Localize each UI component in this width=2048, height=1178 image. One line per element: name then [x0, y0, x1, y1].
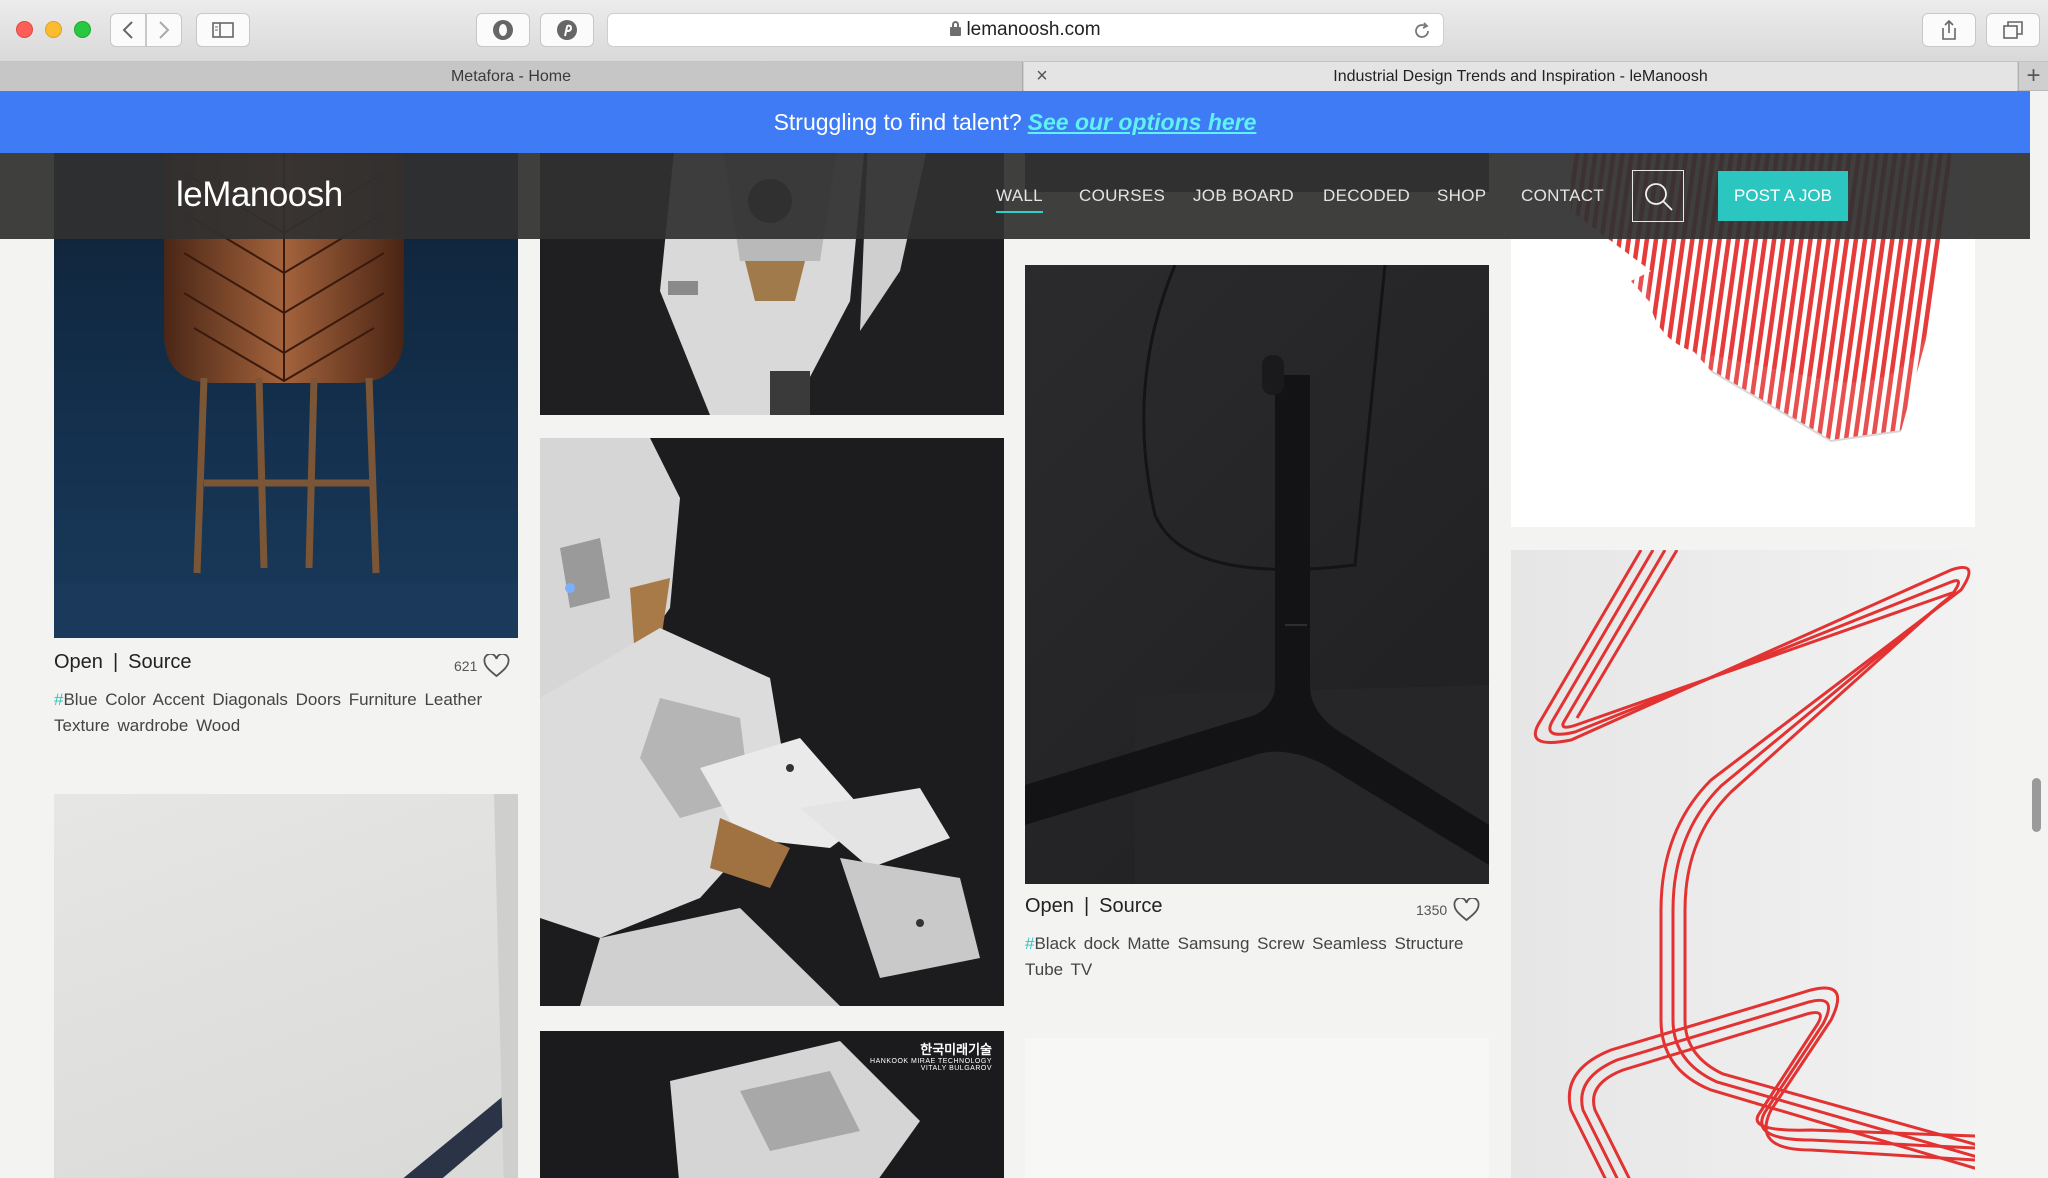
- tv-dock-illustration: [1025, 265, 1489, 884]
- chevron-left-icon: [122, 21, 133, 39]
- source-link[interactable]: Source: [1099, 895, 1162, 917]
- lock-icon: [950, 20, 962, 36]
- sidebar-icon: [212, 22, 234, 38]
- page-scrollbar[interactable]: [2032, 778, 2041, 832]
- nav-contact[interactable]: CONTACT: [1521, 186, 1604, 206]
- nav-wall[interactable]: WALL: [996, 186, 1043, 213]
- nav-decoded[interactable]: DECODED: [1323, 186, 1410, 206]
- tab-lemanoosh[interactable]: Industrial Design Trends and Inspiration…: [1024, 62, 2017, 91]
- red-ribbon-illustration: [1533, 550, 1975, 1178]
- watermark-artist: VITALY BULGAROV: [920, 1065, 992, 1072]
- card-actions: Open | Source: [54, 651, 192, 673]
- tabs-overview-button[interactable]: [1986, 13, 2040, 47]
- minimize-window-button[interactable]: [45, 21, 62, 38]
- heart-icon[interactable]: [1453, 898, 1480, 922]
- watermark-korean: 한국미래기술: [920, 1042, 992, 1057]
- robot-illustration: [540, 438, 980, 1006]
- nav-courses[interactable]: COURSES: [1079, 186, 1165, 206]
- tv-dock-image[interactable]: [1025, 265, 1489, 884]
- browser-toolbar: lemanoosh.com: [0, 0, 2048, 62]
- banner-link[interactable]: See our options here: [1028, 109, 1257, 136]
- open-link[interactable]: Open: [1025, 895, 1074, 917]
- minimal-object-image[interactable]: [54, 794, 518, 1178]
- share-button[interactable]: [1922, 13, 1976, 47]
- robot-image-bottom[interactable]: 한국미래기술 HANKOOK MIRAE TECHNOLOGY VITALY B…: [540, 1031, 1004, 1178]
- search-icon: [1645, 183, 1673, 211]
- open-link[interactable]: Open: [54, 651, 103, 673]
- chevron-right-icon: [159, 21, 170, 39]
- tab-title: Industrial Design Trends and Inspiration…: [1333, 67, 1708, 85]
- close-tab-icon[interactable]: ×: [1032, 66, 1052, 86]
- diagonal-shape: [403, 794, 518, 1178]
- nav-job-board[interactable]: JOB BOARD: [1193, 186, 1294, 206]
- extension-button-1[interactable]: [476, 13, 530, 47]
- sidebar-toggle-button[interactable]: [196, 13, 250, 47]
- like-count: 621: [454, 658, 478, 674]
- robot-image[interactable]: [540, 438, 1004, 1006]
- forward-button[interactable]: [146, 13, 182, 47]
- watermark: 한국미래기술 HANKOOK MIRAE TECHNOLOGY VITALY B…: [870, 1039, 992, 1072]
- light-image-bottom[interactable]: [1025, 1038, 1489, 1178]
- tabs-icon: [2003, 21, 2023, 39]
- pinterest-icon: [557, 20, 577, 40]
- address-bar[interactable]: lemanoosh.com: [607, 13, 1444, 47]
- tag-text[interactable]: Blue Color Accent Diagonals Doors Furnit…: [54, 690, 482, 735]
- back-button[interactable]: [110, 13, 146, 47]
- like-count: 1350: [1416, 902, 1448, 918]
- promo-banner: Struggling to find talent? See our optio…: [0, 91, 2030, 153]
- zoom-window-button[interactable]: [74, 21, 91, 38]
- watermark-company: HANKOOK MIRAE TECHNOLOGY: [870, 1058, 992, 1065]
- close-window-button[interactable]: [16, 21, 33, 38]
- tab-metafora[interactable]: Metafora - Home: [0, 62, 1023, 91]
- post-job-button[interactable]: POST A JOB: [1718, 171, 1848, 221]
- nav-shop[interactable]: SHOP: [1437, 186, 1486, 206]
- url-text: lemanoosh.com: [966, 19, 1101, 40]
- new-tab-button[interactable]: +: [2018, 62, 2048, 91]
- tag-list: #Blue Color Accent Diagonals Doors Furni…: [54, 687, 494, 739]
- share-icon: [1942, 19, 1956, 40]
- red-ribbon-image[interactable]: [1511, 550, 1975, 1178]
- like-counter: 1350: [1416, 898, 1480, 922]
- source-link[interactable]: Source: [128, 651, 191, 673]
- tab-bar: Metafora - Home Industrial Design Trends…: [0, 62, 2048, 91]
- like-counter: 621: [454, 654, 510, 678]
- reload-icon[interactable]: [1413, 22, 1431, 40]
- card-actions: Open | Source: [1025, 895, 1163, 917]
- tab-title: Metafora - Home: [450, 67, 572, 85]
- tag-text[interactable]: Black dock Matte Samsung Screw Seamless …: [1025, 934, 1463, 979]
- site-navbar: leManoosh WALL COURSES JOB BOARD DECODED…: [0, 153, 2030, 239]
- heart-icon[interactable]: [483, 654, 510, 678]
- site-logo[interactable]: leManoosh: [176, 175, 343, 215]
- search-button[interactable]: [1632, 170, 1684, 222]
- banner-text: Struggling to find talent?: [773, 108, 1022, 135]
- tag-list: #Black dock Matte Samsung Screw Seamless…: [1025, 931, 1485, 983]
- pinterest-button[interactable]: [540, 13, 594, 47]
- privacy-extension-icon: [493, 20, 513, 40]
- page-viewport: Open | Source 621 #Blue Color Accent Diago…: [0, 91, 2030, 1178]
